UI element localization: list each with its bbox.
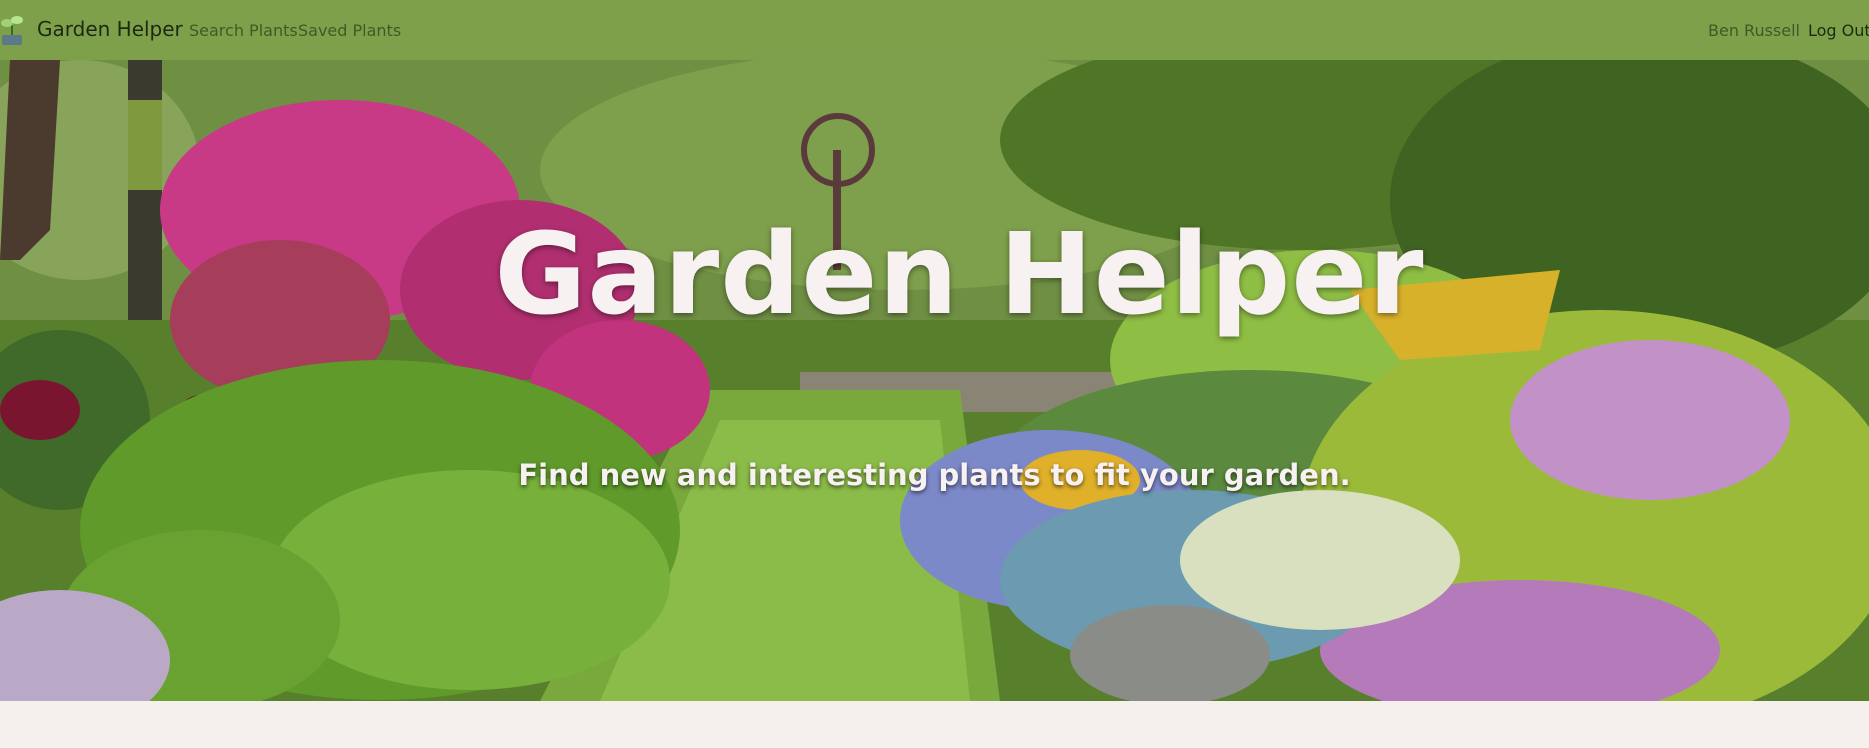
hero-title: Garden Helper xyxy=(494,210,1425,340)
seedling-icon[interactable] xyxy=(0,13,26,47)
user-name[interactable]: Ben Russell xyxy=(1708,21,1800,40)
brand-name[interactable]: Garden Helper xyxy=(37,17,183,41)
navbar: Garden Helper Search Plants Saved Plants… xyxy=(0,0,1869,60)
hero-subtitle: Find new and interesting plants to fit y… xyxy=(518,458,1351,492)
logout-link[interactable]: Log Out xyxy=(1808,21,1869,40)
garden-photo xyxy=(0,60,1869,701)
page-content-area xyxy=(0,701,1869,748)
nav-saved-plants[interactable]: Saved Plants xyxy=(298,21,401,40)
nav-search-plants[interactable]: Search Plants xyxy=(189,21,298,40)
hero-banner: Garden Helper Find new and interesting p… xyxy=(0,60,1869,701)
